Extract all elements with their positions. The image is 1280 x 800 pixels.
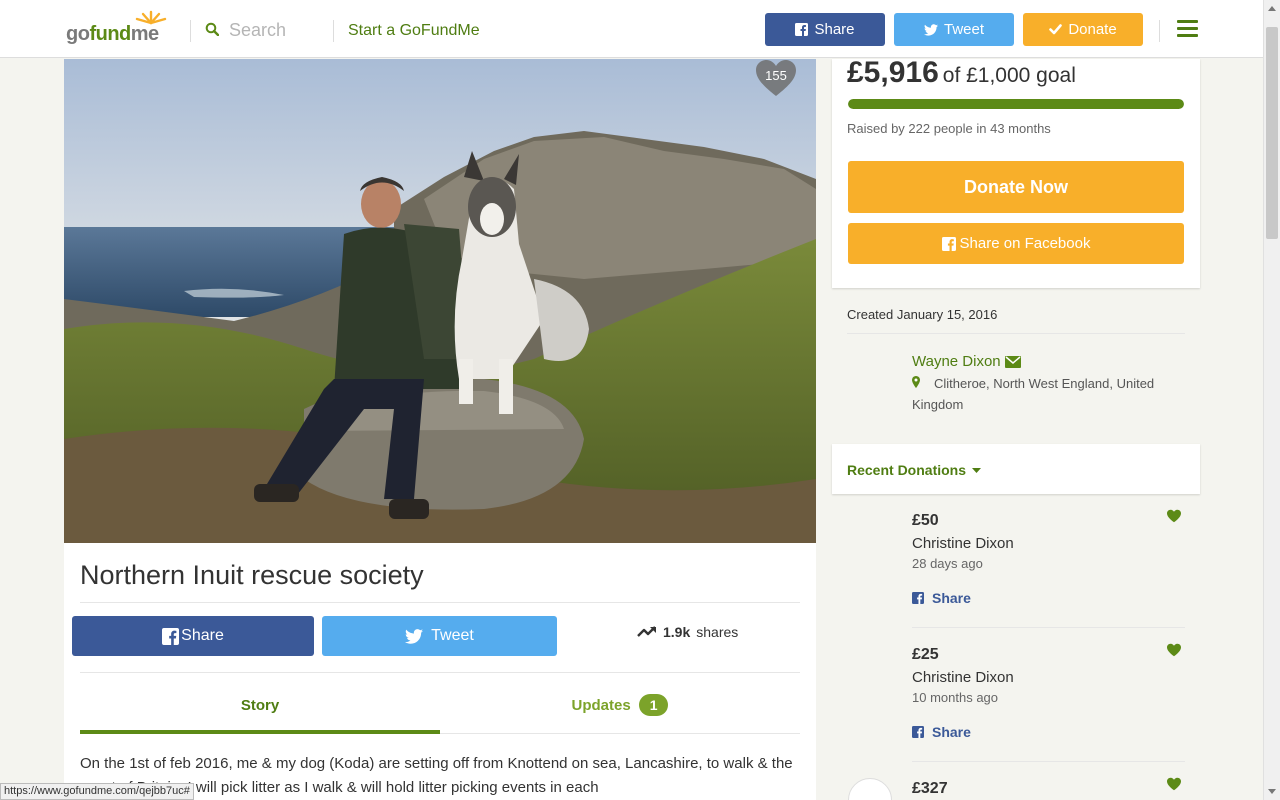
heart-icon[interactable] bbox=[1166, 777, 1182, 791]
header-tweet-label: Tweet bbox=[943, 21, 985, 38]
menu-bar bbox=[1177, 34, 1198, 37]
recent-donations-title: Recent Donations bbox=[847, 462, 967, 478]
tab-updates-label: Updates bbox=[571, 697, 631, 714]
created-date: Created January 15, 2016 bbox=[847, 307, 998, 322]
gofundme-logo[interactable]: gofundme bbox=[66, 10, 174, 46]
hamburger-menu-icon[interactable] bbox=[1177, 20, 1198, 37]
scrollbar-thumb[interactable] bbox=[1266, 27, 1278, 239]
caret-down-icon bbox=[972, 467, 982, 473]
donate-now-button[interactable]: Donate Now bbox=[848, 161, 1184, 213]
raised-value: £5,916 bbox=[847, 56, 939, 89]
location-text: Clitheroe, North West England, United Ki… bbox=[912, 376, 1155, 412]
twitter-icon bbox=[405, 628, 424, 644]
share-facebook-button[interactable]: Share bbox=[72, 616, 314, 656]
recent-donations-toggle[interactable]: Recent Donations bbox=[847, 462, 982, 478]
header-share-label: Share bbox=[814, 21, 855, 38]
campaign-title: Northern Inuit rescue society bbox=[80, 560, 424, 590]
header-divider bbox=[333, 20, 334, 42]
start-gofundme-link[interactable]: Start a GoFundMe bbox=[348, 22, 480, 40]
share-on-facebook-label: Share on Facebook bbox=[959, 235, 1091, 252]
goal-text: of £1,000 goal bbox=[942, 64, 1076, 87]
shares-label: shares bbox=[696, 624, 739, 640]
donation-item: £25 Christine Dixon 10 months ago Share bbox=[912, 643, 1182, 740]
tweet-button[interactable]: Tweet bbox=[322, 616, 557, 656]
donation-share-button[interactable]: Share bbox=[912, 724, 1182, 740]
funding-progress-bar bbox=[848, 99, 1184, 109]
donation-share-label: Share bbox=[932, 590, 971, 606]
donation-share-button[interactable]: Share bbox=[912, 590, 1182, 606]
facebook-icon bbox=[941, 236, 956, 251]
facebook-icon bbox=[912, 726, 924, 738]
updates-count-badge: 1 bbox=[638, 694, 669, 716]
funding-progress-fill bbox=[848, 99, 1184, 109]
page-scrollbar[interactable] bbox=[1263, 0, 1280, 800]
tab-story-label: Story bbox=[240, 697, 280, 714]
heart-count: 155 bbox=[765, 68, 787, 83]
menu-bar bbox=[1177, 20, 1198, 23]
envelope-icon[interactable] bbox=[1004, 355, 1021, 368]
divider bbox=[912, 761, 1185, 762]
donor-name: Christine Dixon bbox=[912, 669, 1014, 686]
donor-avatar bbox=[848, 778, 892, 800]
site-header: gofundme Start a GoFundMe Share Tweet Do… bbox=[0, 0, 1263, 58]
donation-item: £50 Christine Dixon 28 days ago Share bbox=[912, 509, 1182, 606]
shares-count: 1.9k shares bbox=[637, 624, 738, 640]
raised-by-text: Raised by 222 people in 43 months bbox=[847, 121, 1051, 136]
donation-amount: £327 bbox=[912, 780, 948, 797]
favorite-heart-icon[interactable]: 155 bbox=[754, 58, 798, 98]
check-icon bbox=[1049, 24, 1063, 35]
donation-time: 28 days ago bbox=[912, 556, 983, 571]
heart-icon[interactable] bbox=[1166, 509, 1182, 523]
header-donate-label: Donate bbox=[1068, 21, 1117, 38]
active-tab-indicator bbox=[80, 730, 440, 734]
header-donate-button[interactable]: Donate bbox=[1023, 13, 1143, 46]
tab-story[interactable]: Story bbox=[80, 697, 440, 714]
map-pin-icon bbox=[912, 376, 920, 388]
facebook-icon bbox=[162, 627, 180, 645]
divider bbox=[80, 602, 800, 603]
header-share-button[interactable]: Share bbox=[765, 13, 885, 46]
organizer-name-link[interactable]: Wayne Dixon bbox=[912, 353, 1021, 370]
share-on-facebook-button[interactable]: Share on Facebook bbox=[848, 223, 1184, 264]
organizer-name: Wayne Dixon bbox=[912, 353, 1001, 370]
search-icon[interactable] bbox=[205, 22, 219, 36]
donor-name: Christine Dixon bbox=[912, 535, 1014, 552]
scroll-up-arrow-icon[interactable] bbox=[1268, 6, 1276, 11]
raised-amount: £5,916 of £1,000 goal bbox=[847, 56, 1076, 90]
logo-go: go bbox=[66, 23, 90, 45]
donation-share-label: Share bbox=[932, 724, 971, 740]
donation-time: 10 months ago bbox=[912, 690, 999, 705]
campaign-photo-image bbox=[64, 59, 816, 543]
tab-updates[interactable]: Updates 1 bbox=[440, 694, 800, 716]
divider bbox=[80, 672, 800, 673]
menu-bar bbox=[1177, 27, 1198, 30]
trending-up-icon bbox=[637, 626, 656, 637]
organizer-location: Clitheroe, North West England, United Ki… bbox=[912, 373, 1187, 415]
logo-fund: fund bbox=[89, 23, 131, 45]
header-tweet-button[interactable]: Tweet bbox=[894, 13, 1014, 46]
donation-amount: £25 bbox=[912, 646, 939, 663]
header-divider bbox=[1159, 20, 1160, 42]
donation-item: £327 bbox=[912, 777, 1182, 798]
facebook-icon bbox=[912, 592, 924, 604]
logo-wordmark: gofundme bbox=[66, 23, 159, 46]
shares-number: 1.9k bbox=[663, 624, 691, 640]
divider bbox=[912, 627, 1185, 628]
divider bbox=[847, 333, 1185, 334]
donation-amount: £50 bbox=[912, 512, 939, 529]
search-input[interactable] bbox=[229, 18, 324, 42]
heart-icon[interactable] bbox=[1166, 643, 1182, 657]
logo-me: me bbox=[130, 23, 159, 45]
share-label: Share bbox=[181, 627, 224, 644]
status-bar-url: https://www.gofundme.com/qejbb7uc# bbox=[0, 783, 194, 800]
facebook-icon bbox=[795, 23, 809, 36]
logo-sun-icon bbox=[135, 10, 167, 25]
header-divider bbox=[190, 20, 191, 42]
campaign-photo bbox=[64, 59, 816, 543]
scroll-down-arrow-icon[interactable] bbox=[1268, 789, 1276, 794]
tweet-label: Tweet bbox=[431, 627, 474, 644]
twitter-icon bbox=[923, 23, 938, 36]
